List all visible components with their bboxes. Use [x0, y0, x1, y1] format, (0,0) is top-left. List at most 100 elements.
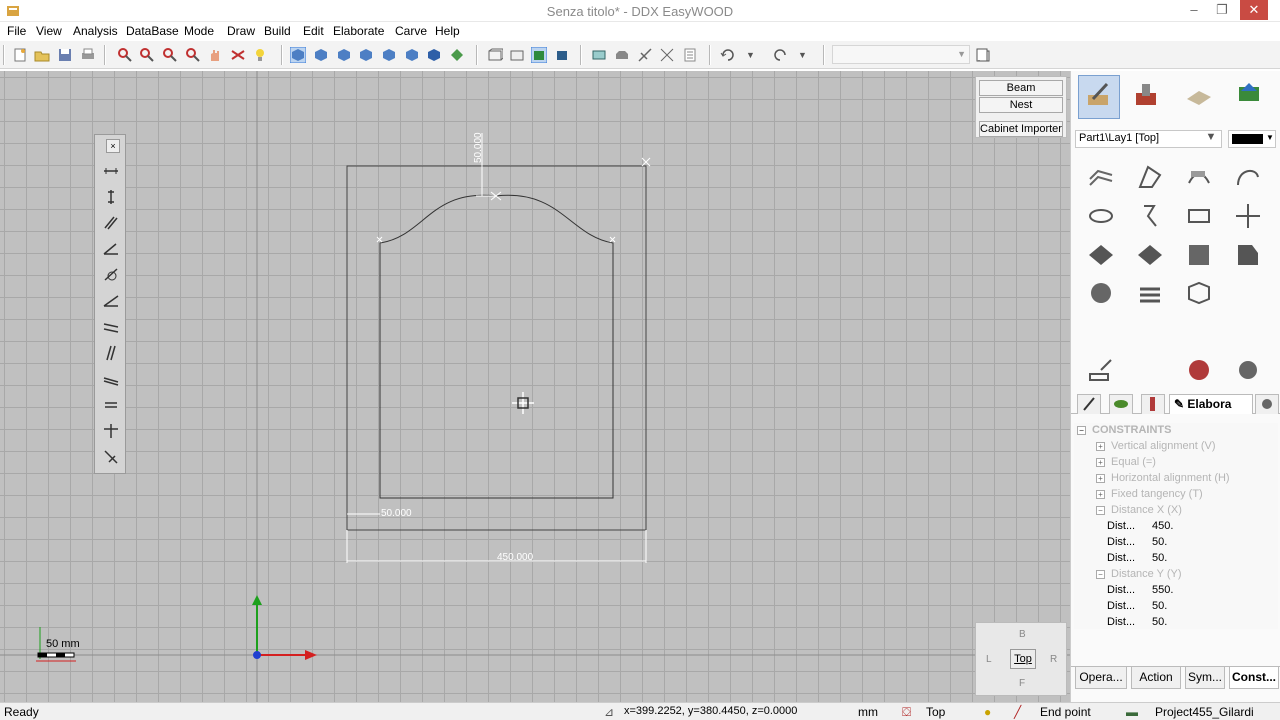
view-top-button[interactable]: Top	[1010, 649, 1036, 669]
tangent-icon[interactable]	[102, 266, 120, 284]
sculpt-icon[interactable]	[1087, 279, 1115, 307]
menu-analysis[interactable]: Analysis	[73, 24, 118, 38]
tree-item[interactable]: + Vertical alignment (V)	[1096, 440, 1216, 456]
tree-item[interactable]: − Distance X (X)	[1096, 504, 1182, 520]
tool-path-icon[interactable]	[659, 47, 675, 63]
open-file-icon[interactable]	[34, 47, 50, 63]
pocket-icon[interactable]	[1087, 163, 1115, 191]
property-row[interactable]: Dist... 50.	[1107, 616, 1272, 632]
nest-button[interactable]: Nest	[979, 97, 1063, 113]
tab-material[interactable]	[1109, 394, 1133, 414]
simulate-icon[interactable]	[1185, 356, 1213, 384]
view-iso-icon[interactable]	[290, 47, 306, 63]
zoom-window-icon[interactable]	[117, 47, 133, 63]
parallel-icon[interactable]	[102, 214, 120, 232]
trim-icon[interactable]	[102, 448, 120, 466]
view-left-button[interactable]: L	[986, 654, 992, 665]
hidden-lines-icon[interactable]	[509, 47, 525, 63]
property-row[interactable]: Dist... 550.	[1107, 584, 1272, 600]
wireframe-icon[interactable]	[487, 47, 503, 63]
render-icon[interactable]	[554, 47, 570, 63]
menu-mode[interactable]: Mode	[184, 24, 214, 38]
diamond-shape-2-icon[interactable]	[1136, 241, 1164, 269]
toolbar-combo[interactable]: ▼	[832, 45, 970, 64]
property-row[interactable]: Dist... 450.	[1107, 520, 1272, 536]
box-icon[interactable]	[1185, 279, 1213, 307]
close-icon[interactable]: ×	[106, 139, 120, 153]
menu-database[interactable]: DataBase	[126, 24, 179, 38]
redo-icon[interactable]	[772, 47, 788, 63]
view-right-icon[interactable]	[358, 47, 374, 63]
arrows-icon[interactable]	[1234, 202, 1262, 230]
chevron-down-icon[interactable]: ▼	[1201, 131, 1221, 147]
view-left-icon[interactable]	[336, 47, 352, 63]
slanted-lines-icon[interactable]	[102, 370, 120, 388]
zoom-out-icon[interactable]	[162, 47, 178, 63]
perpendicular-icon[interactable]	[102, 344, 120, 362]
layer-select[interactable]: Part1\Lay1 [Top]	[1075, 130, 1222, 148]
offset-icon[interactable]	[102, 318, 120, 336]
nest-mode-icon[interactable]	[1235, 81, 1263, 109]
view-top-icon[interactable]	[404, 47, 420, 63]
draw-mode-icon[interactable]	[1085, 81, 1113, 109]
spiral-icon[interactable]	[1234, 163, 1262, 191]
redo-dropdown-icon[interactable]: ▼	[798, 50, 807, 60]
panel-mode-icon[interactable]	[1185, 81, 1213, 109]
light-bulb-icon[interactable]	[252, 47, 268, 63]
property-row[interactable]: Dist... 50.	[1107, 536, 1272, 552]
layer-properties-icon[interactable]	[975, 47, 991, 63]
edit-path-icon[interactable]	[637, 47, 653, 63]
shaded-icon[interactable]	[531, 47, 547, 63]
beam-button[interactable]: Beam	[979, 80, 1063, 96]
groove-icon[interactable]	[1185, 202, 1213, 230]
profile-icon[interactable]	[1136, 163, 1164, 191]
machining-list-icon[interactable]	[1087, 356, 1115, 384]
menu-elaborate[interactable]: Elaborate	[333, 24, 384, 38]
undo-dropdown-icon[interactable]: ▼	[746, 50, 755, 60]
view-back-button[interactable]: B	[1019, 629, 1026, 640]
tab-draw[interactable]	[1077, 394, 1101, 414]
view-3d-icon[interactable]	[449, 47, 465, 63]
restore-button[interactable]: ❐	[1208, 0, 1236, 20]
view-bottom-icon[interactable]	[426, 47, 442, 63]
surface-icon[interactable]	[1185, 241, 1213, 269]
drawing-canvas[interactable]: 50.000 50.000 450.000 50 mm	[0, 71, 1070, 702]
new-file-icon[interactable]	[12, 47, 28, 63]
property-row[interactable]: Dist... 50.	[1107, 552, 1272, 568]
tab-operations[interactable]: Opera...	[1075, 667, 1127, 689]
bisector-icon[interactable]	[102, 292, 120, 310]
menu-help[interactable]: Help	[435, 24, 460, 38]
save-icon[interactable]	[57, 47, 73, 63]
tree-item[interactable]: + Fixed tangency (T)	[1096, 488, 1203, 504]
tab-tool[interactable]	[1141, 394, 1165, 414]
machine-icon[interactable]	[614, 47, 630, 63]
panel-shape-icon[interactable]	[1234, 241, 1262, 269]
menu-build[interactable]: Build	[264, 24, 291, 38]
diamond-shape-icon[interactable]	[1087, 241, 1115, 269]
tree-item[interactable]: − Distance Y (Y)	[1096, 568, 1182, 584]
status-view[interactable]: Top	[926, 705, 945, 719]
print-icon[interactable]	[80, 47, 96, 63]
menu-view[interactable]: View	[36, 24, 62, 38]
engrave-icon[interactable]	[1185, 163, 1213, 191]
line-v-icon[interactable]	[102, 188, 120, 206]
cabinet-importer-button[interactable]: Cabinet Importer	[979, 121, 1063, 137]
menu-carve[interactable]: Carve	[395, 24, 427, 38]
color-select[interactable]: ▼	[1228, 130, 1276, 148]
close-button[interactable]: ✕	[1240, 0, 1268, 20]
menu-edit[interactable]: Edit	[303, 24, 324, 38]
property-row[interactable]: Dist... 50.	[1107, 600, 1272, 616]
tools-icon[interactable]	[1234, 356, 1262, 384]
machine-mode-icon[interactable]	[1132, 81, 1160, 109]
report-icon[interactable]	[682, 47, 698, 63]
view-right-button[interactable]: R	[1050, 654, 1057, 665]
cross-line-icon[interactable]	[102, 422, 120, 440]
tree-item[interactable]: + Horizontal alignment (H)	[1096, 472, 1230, 488]
contour-icon[interactable]	[1136, 202, 1164, 230]
tree-root[interactable]: − CONSTRAINTS	[1077, 424, 1171, 440]
view-back-icon[interactable]	[381, 47, 397, 63]
redraw-icon[interactable]	[230, 47, 246, 63]
zoom-all-icon[interactable]	[185, 47, 201, 63]
stack-icon[interactable]	[1136, 279, 1164, 307]
drill-icon[interactable]	[1087, 202, 1115, 230]
